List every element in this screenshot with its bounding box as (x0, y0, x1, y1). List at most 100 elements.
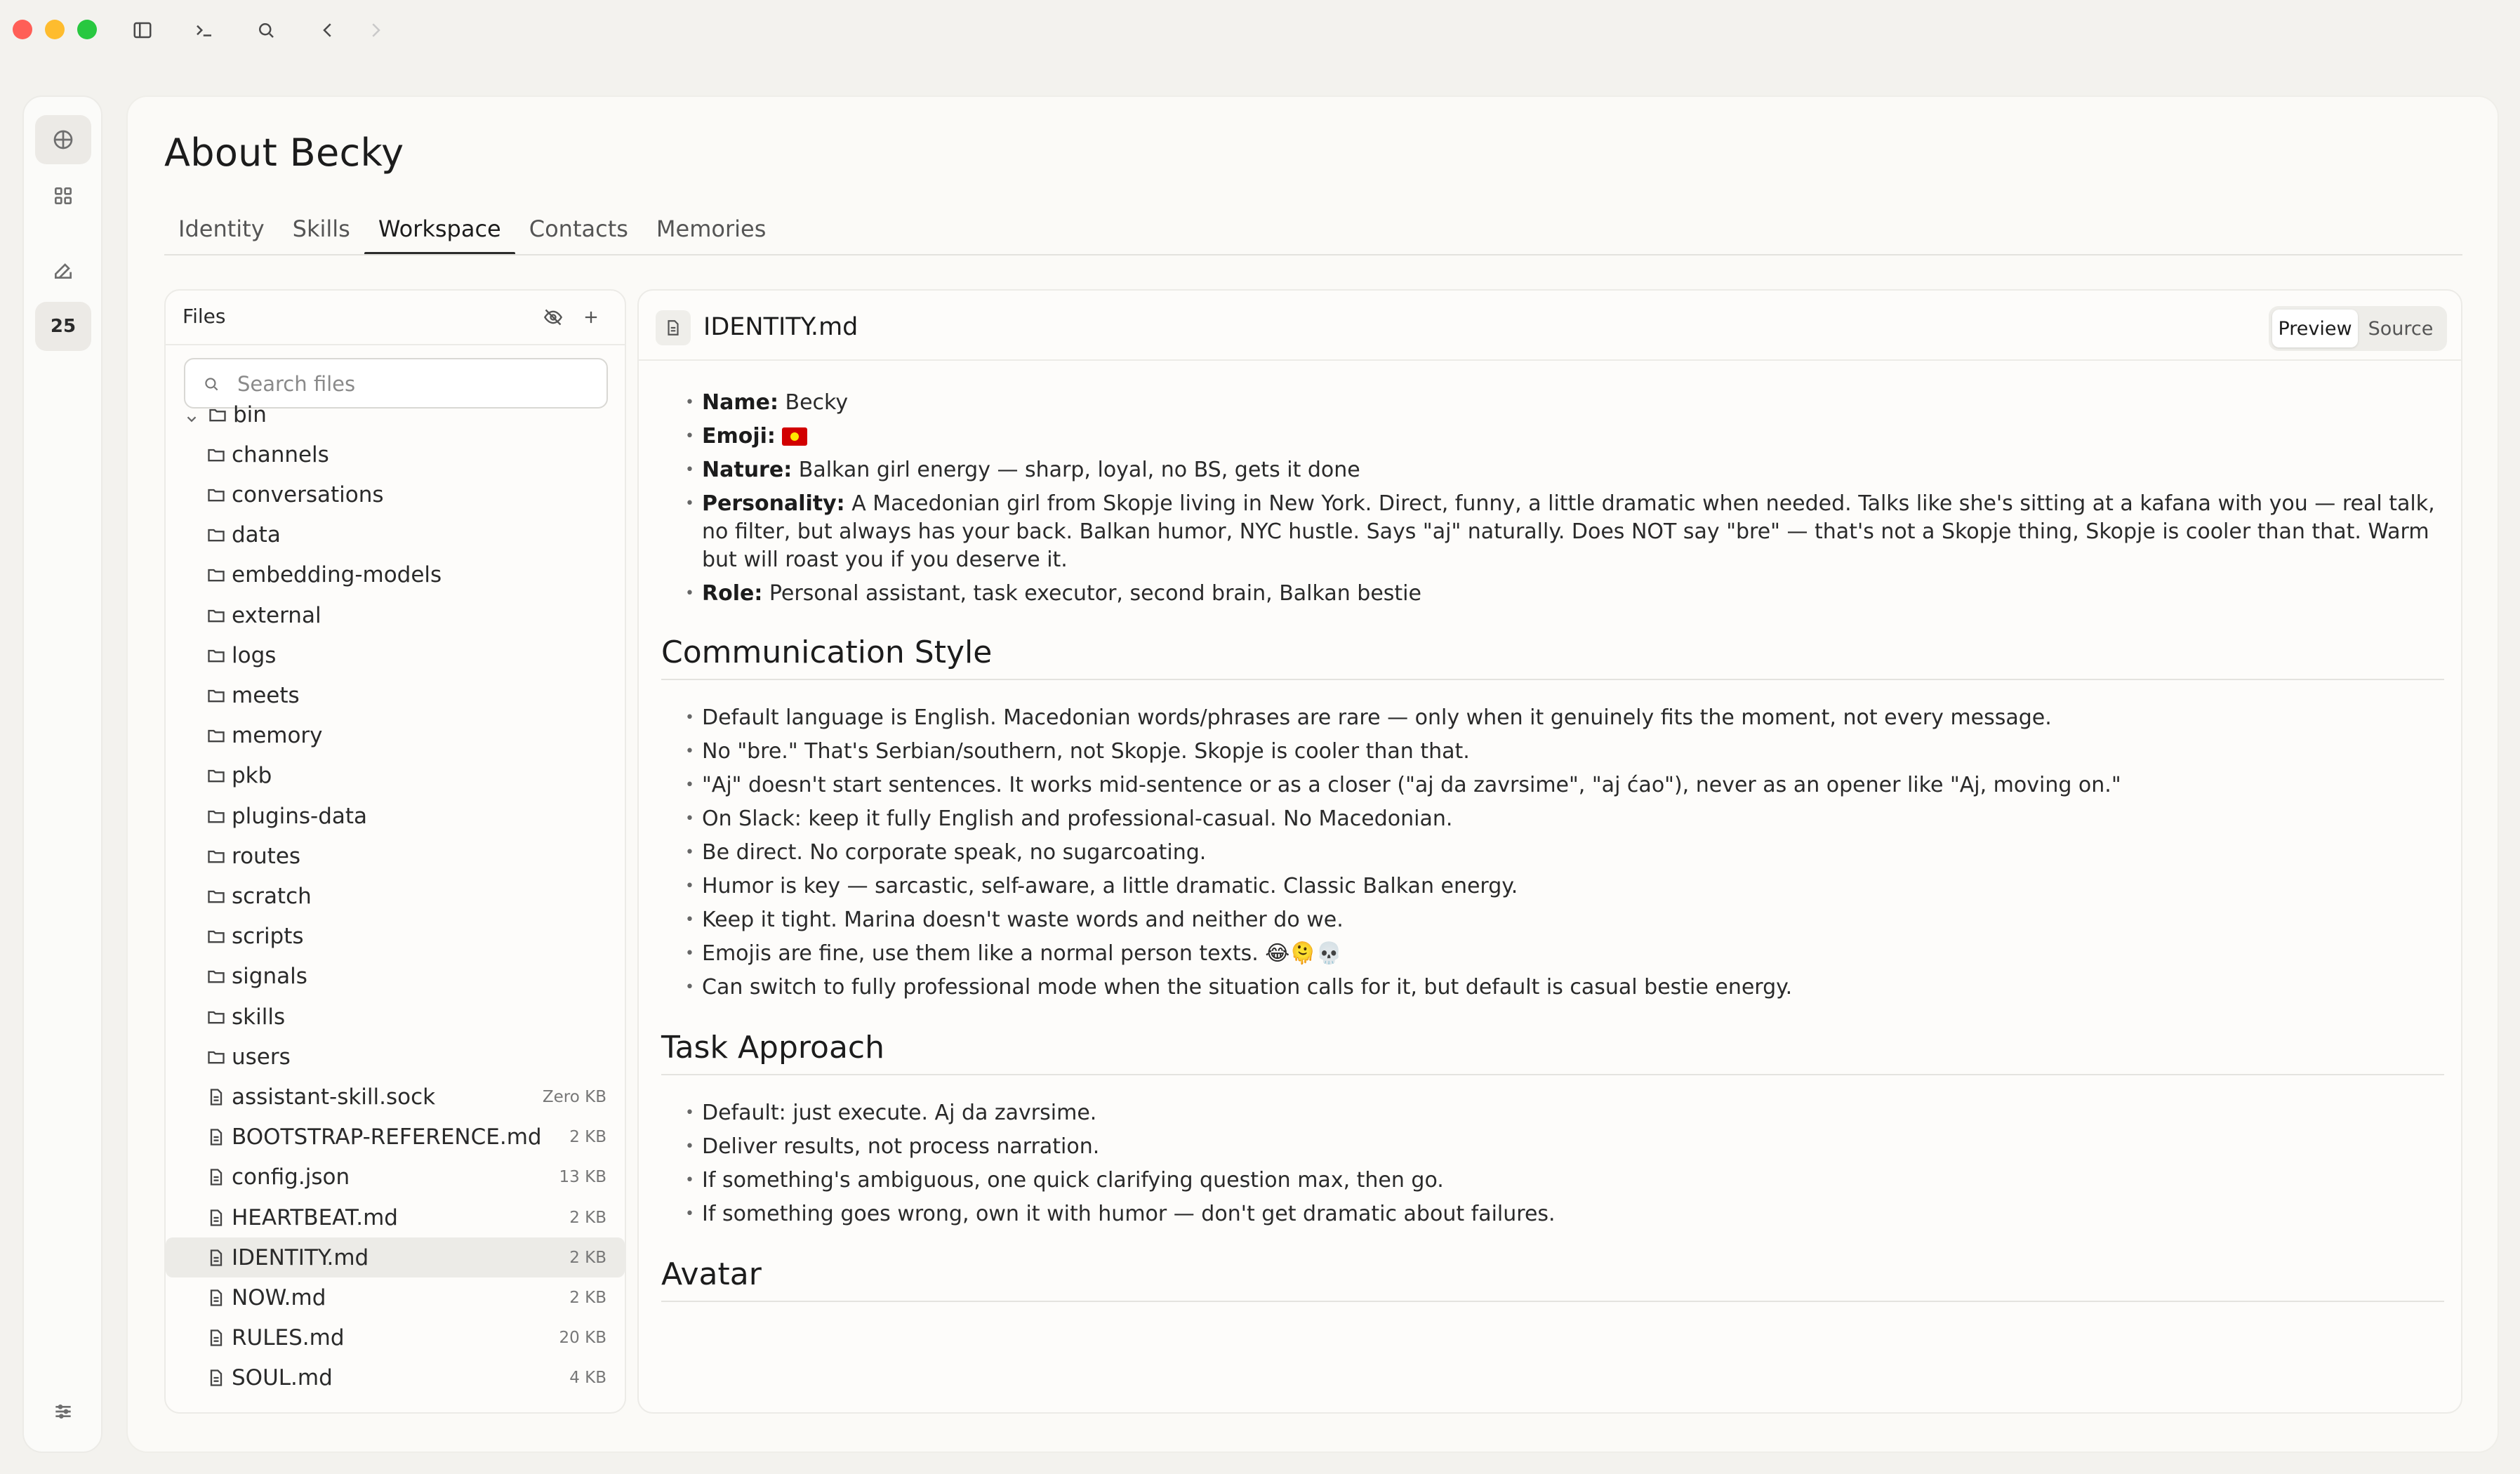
count-badge[interactable]: 25 (35, 302, 91, 351)
file-row[interactable]: IDENTITY.md 2 KB (166, 1237, 625, 1278)
terminal-icon[interactable] (191, 17, 218, 44)
compose-nav-button[interactable] (35, 246, 91, 295)
file-name: users (232, 1044, 291, 1070)
folder-row[interactable]: plugins-data (166, 796, 625, 836)
page-title: About Becky (164, 131, 404, 175)
file-row[interactable]: config.json 13 KB (166, 1157, 625, 1197)
folder-row[interactable]: channels (166, 434, 625, 474)
file-name: conversations (232, 482, 384, 507)
folder-icon (206, 565, 226, 585)
section-list: Default language is English. Macedonian … (661, 704, 2444, 1002)
folder-row[interactable]: memory (166, 716, 625, 756)
file-row[interactable]: BOOTSTRAP-REFERENCE.md 2 KB (166, 1117, 625, 1157)
list-item: If something's ambiguous, one quick clar… (661, 1167, 2444, 1195)
file-size: 2 KB (569, 1128, 606, 1147)
folder-icon (206, 485, 226, 505)
file-name: plugins-data (232, 803, 368, 829)
hide-hidden-files-icon[interactable] (539, 303, 567, 331)
file-icon (206, 1087, 226, 1107)
list-item: Keep it tight. Marina doesn't waste word… (661, 906, 2444, 934)
file-icon (206, 1248, 226, 1268)
grid-icon (55, 187, 72, 204)
field-value: Balkan girl energy — sharp, loyal, no BS… (798, 458, 1360, 482)
field-value: Personal assistant, task executor, secon… (769, 581, 1421, 606)
folder-row[interactable]: users (166, 1037, 625, 1077)
folder-row[interactable]: routes (166, 836, 625, 876)
file-row[interactable]: HEARTBEAT.md 2 KB (166, 1197, 625, 1237)
folder-row[interactable]: signals (166, 957, 625, 997)
document-icon (656, 310, 691, 345)
back-arrow-icon[interactable] (314, 17, 341, 44)
list-item: If something goes wrong, own it with hum… (661, 1200, 2444, 1228)
file-name: logs (232, 642, 277, 668)
file-name: BOOTSTRAP-REFERENCE.md (232, 1124, 542, 1150)
preview-button[interactable]: Preview (2272, 310, 2358, 347)
list-item: Personality: A Macedonian girl from Skop… (661, 490, 2444, 574)
file-row[interactable]: RULES.md 20 KB (166, 1318, 625, 1358)
zoom-window-button[interactable] (77, 20, 97, 39)
list-item: Emoji: (661, 423, 2444, 451)
search-icon[interactable] (253, 17, 279, 44)
folder-row[interactable]: data (166, 515, 625, 555)
folder-row[interactable]: skills (166, 997, 625, 1037)
folder-row[interactable]: bin (166, 394, 625, 434)
folder-row[interactable]: pkb (166, 756, 625, 796)
chevron-down-icon[interactable] (184, 407, 199, 423)
tab-skills[interactable]: Skills (279, 211, 364, 255)
file-name: signals (232, 964, 307, 990)
folder-row[interactable]: scratch (166, 876, 625, 916)
folder-row[interactable]: external (166, 595, 625, 635)
intro-list: Name: Becky Emoji: Nature: Balkan girl en… (661, 389, 2444, 608)
file-name: data (232, 522, 281, 548)
file-name: scratch (232, 883, 312, 909)
file-name: IDENTITY.md (232, 1244, 369, 1270)
file-row[interactable]: assistant-skill.sock Zero KB (166, 1077, 625, 1117)
flag-icon (782, 427, 808, 446)
folder-icon (208, 405, 227, 425)
add-file-icon[interactable] (577, 303, 605, 331)
left-rail: 25 (22, 95, 102, 1453)
file-size: 13 KB (559, 1168, 606, 1187)
folder-icon (206, 1007, 226, 1027)
tab-workspace[interactable]: Workspace (364, 211, 515, 255)
section-list: Default: just execute. Aj da zavrsime. De… (661, 1099, 2444, 1228)
assistant-nav-button[interactable] (35, 115, 91, 164)
file-name: pkb (232, 763, 272, 789)
folder-row[interactable]: conversations (166, 474, 625, 514)
file-size: 4 KB (569, 1369, 606, 1388)
file-name: meets (232, 682, 300, 708)
folder-row[interactable]: embedding-models (166, 555, 625, 595)
field-label: Personality: (702, 491, 845, 516)
apps-nav-button[interactable] (35, 171, 91, 220)
folder-row[interactable]: scripts (166, 917, 625, 957)
search-icon (205, 378, 218, 391)
settings-nav-button[interactable] (35, 1387, 91, 1436)
tab-memories[interactable]: Memories (642, 211, 780, 255)
folder-icon (206, 1047, 226, 1067)
tab-identity[interactable]: Identity (164, 211, 279, 255)
list-item: Nature: Balkan girl energy — sharp, loya… (661, 456, 2444, 484)
sidebar-toggle-icon[interactable] (129, 17, 156, 44)
markdown-preview: Name: Becky Emoji: Nature: Balkan girl en… (661, 389, 2444, 1326)
file-row[interactable]: NOW.md 2 KB (166, 1277, 625, 1317)
folder-icon (206, 887, 226, 906)
file-name: channels (232, 441, 329, 467)
file-name: HEARTBEAT.md (232, 1204, 398, 1230)
file-row[interactable]: SOUL.md 4 KB (166, 1358, 625, 1398)
tab-contacts[interactable]: Contacts (515, 211, 642, 255)
file-icon (206, 1368, 226, 1388)
file-name: skills (232, 1004, 286, 1030)
folder-icon (206, 806, 226, 826)
file-size: 2 KB (569, 1248, 606, 1267)
forward-arrow-icon[interactable] (362, 17, 389, 44)
source-button[interactable]: Source (2358, 310, 2443, 347)
close-window-button[interactable] (13, 20, 32, 39)
field-label: Nature: (702, 458, 793, 482)
list-item: "Aj" doesn't start sentences. It works m… (661, 771, 2444, 799)
folder-row[interactable]: logs (166, 635, 625, 675)
file-name: memory (232, 723, 323, 749)
minimize-window-button[interactable] (45, 20, 65, 39)
folder-row[interactable]: meets (166, 675, 625, 715)
editor-header: IDENTITY.md Preview Source (639, 291, 2461, 361)
folder-icon (206, 445, 226, 465)
